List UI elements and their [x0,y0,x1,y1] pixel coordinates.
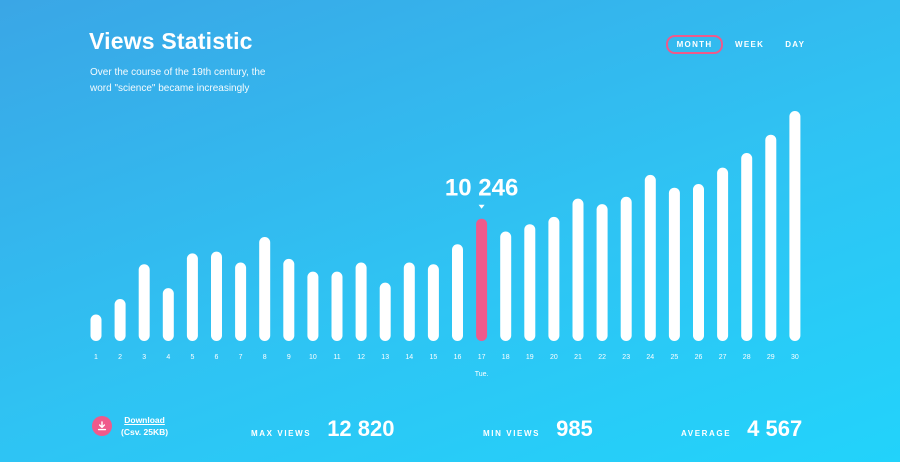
bar[interactable] [572,198,584,341]
bar[interactable] [452,244,463,341]
stat-max-views: MAX VIEWS 12 820 [251,416,394,442]
x-tick-label: 3 [142,354,146,361]
bar[interactable] [186,253,198,341]
x-tick-label: 18 [502,354,510,361]
bar[interactable] [379,282,391,341]
bar[interactable] [596,204,608,341]
bar[interactable] [138,264,150,341]
x-tick-label: 10 [309,354,317,361]
x-tick-label: 21 [574,354,582,361]
x-tick-label: 27 [719,354,727,361]
bar[interactable] [331,271,343,341]
download-button[interactable]: Download (Csv. 25KB) [92,414,168,438]
stat-value: 4 567 [747,416,803,441]
stat-value: 12 820 [327,416,395,441]
bar[interactable] [90,314,102,342]
bar[interactable] [524,224,536,341]
stat-label: AVERAGE [681,429,732,438]
x-tick-label: 2 [118,354,122,361]
x-tick-label: 4 [166,354,170,361]
x-tick-label: 12 [357,354,365,361]
download-meta: (Csv. 25KB) [121,427,169,437]
download-icon [92,416,112,436]
stat-average: AVERAGE 4 567 [681,416,802,442]
bar[interactable] [307,271,319,341]
highlight-pointer-icon [478,204,485,209]
download-text: Download (Csv. 25KB) [121,414,168,438]
x-tick-label: 11 [333,354,340,361]
x-tick-label: 13 [381,354,389,361]
x-tick-label: 19 [526,354,534,361]
bar[interactable] [403,262,415,342]
x-tick-label: 28 [743,354,751,361]
highlight-value-label: 10 246 [445,175,518,202]
x-tick-label: 1 [94,354,98,361]
x-tick-label: 25 [671,354,679,361]
bar[interactable] [620,196,632,341]
x-tick-label: 17 [478,354,486,361]
bar[interactable] [668,187,680,341]
x-tick-label: 26 [695,354,703,361]
x-tick-label: 23 [622,354,630,361]
stat-label: MIN VIEWS [483,429,541,438]
x-tick-label: 8 [263,354,267,361]
stat-label: MAX VIEWS [251,429,312,438]
x-tick-label: 14 [405,354,413,361]
x-tick-label: 22 [598,354,606,361]
x-tick-label: 24 [646,354,654,361]
stat-min-views: MIN VIEWS 985 [483,416,593,442]
bar[interactable] [114,299,126,341]
x-tick-label: 29 [767,354,775,361]
highlight-day-label: Tue. [475,371,489,378]
download-link[interactable]: Download [121,414,168,426]
bar[interactable] [427,264,439,341]
views-bar-chart: 1 2 3 4 5 6 7 8 9 10 11 12 13 14 15 16 1710 246Tue.18 19 2… [90,111,801,378]
bar[interactable] [741,153,753,341]
bar-highlighted[interactable] [476,218,488,341]
x-tick-label: 20 [550,354,558,361]
x-tick-label: 5 [190,354,194,361]
x-tick-label: 30 [791,354,799,361]
bar[interactable] [644,174,656,341]
x-tick-label: 7 [239,354,243,361]
x-tick-label: 15 [430,354,438,361]
x-tick-label: 16 [454,354,462,361]
bar[interactable] [355,262,367,342]
bar[interactable] [283,258,295,341]
bar[interactable] [789,111,801,341]
bar[interactable] [259,237,271,341]
bar[interactable] [211,251,222,341]
bar[interactable] [235,262,247,342]
bar[interactable] [717,167,729,341]
x-tick-label: 9 [287,354,291,361]
x-tick-label: 6 [215,354,219,361]
bar[interactable] [162,288,174,341]
bar[interactable] [548,216,560,341]
stats-footer: Download (Csv. 25KB) MAX VIEWS 12 820 MI… [0,414,900,444]
bar[interactable] [765,134,777,341]
bar[interactable] [693,184,704,341]
bar[interactable] [500,231,512,342]
stat-value: 985 [556,416,593,441]
